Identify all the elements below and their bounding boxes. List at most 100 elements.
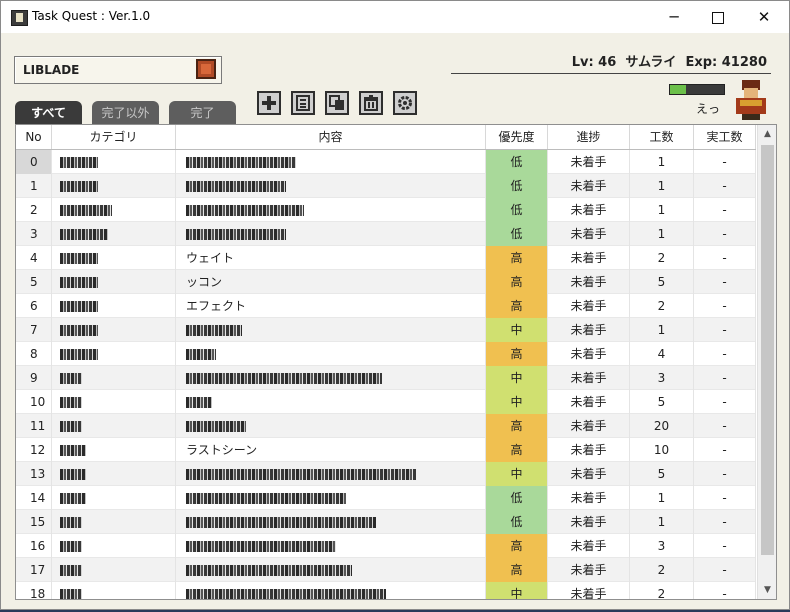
cell-no: 15 (16, 510, 52, 534)
cell-content (176, 486, 486, 510)
table-row[interactable]: 9 中未着手 3- (16, 366, 756, 390)
cell-actual: - (694, 150, 756, 174)
table-row[interactable]: 8 高未着手 4- (16, 342, 756, 366)
close-button[interactable]: ✕ (741, 1, 787, 33)
table-row[interactable]: 14 低未着手 1- (16, 486, 756, 510)
window-title: Task Quest : Ver.1.0 (32, 9, 151, 23)
col-content[interactable]: 内容 (176, 125, 486, 149)
cell-priority: 高 (486, 558, 548, 582)
col-priority[interactable]: 優先度 (486, 125, 548, 149)
redacted-category (60, 157, 98, 168)
add-icon (262, 96, 276, 110)
cell-progress: 未着手 (548, 366, 630, 390)
project-name: LIBLADE (23, 63, 80, 77)
cell-category (52, 342, 176, 366)
delete-button[interactable] (359, 91, 383, 115)
settings-button[interactable] (393, 91, 417, 115)
col-work[interactable]: 工数 (630, 125, 694, 149)
cell-work: 1 (630, 486, 694, 510)
tab-all[interactable]: すべて (15, 101, 82, 125)
cell-progress: 未着手 (548, 534, 630, 558)
table-row[interactable]: 10 中未着手 5- (16, 390, 756, 414)
redacted-content (186, 205, 304, 216)
hp-bar-fill (670, 85, 687, 94)
cell-work: 1 (630, 510, 694, 534)
vertical-scrollbar[interactable]: ▲ ▼ (757, 125, 776, 599)
cell-content: ラストシーン (176, 438, 486, 462)
cell-priority: 低 (486, 174, 548, 198)
cell-no: 7 (16, 318, 52, 342)
cell-actual: - (694, 390, 756, 414)
table-row[interactable]: 15 低未着手 1- (16, 510, 756, 534)
book-icon[interactable] (196, 59, 216, 79)
cell-progress: 未着手 (548, 462, 630, 486)
redacted-content (186, 181, 286, 192)
redacted-content (186, 517, 376, 528)
cell-content (176, 366, 486, 390)
cell-work: 1 (630, 150, 694, 174)
col-actual[interactable]: 実工数 (694, 125, 756, 149)
cell-progress: 未着手 (548, 390, 630, 414)
cell-work: 3 (630, 366, 694, 390)
add-button[interactable] (257, 91, 281, 115)
copy-button[interactable] (325, 91, 349, 115)
col-no[interactable]: No (16, 125, 52, 149)
table-row[interactable]: 6 エフェクト 高未着手 2- (16, 294, 756, 318)
cell-work: 20 (630, 414, 694, 438)
table-row[interactable]: 12 ラストシーン 高未着手 10- (16, 438, 756, 462)
app-icon (11, 10, 28, 26)
cell-no: 9 (16, 366, 52, 390)
tab-complete[interactable]: 完了 (169, 101, 236, 125)
cell-content: ッコン (176, 270, 486, 294)
cell-no: 16 (16, 534, 52, 558)
cell-content (176, 174, 486, 198)
cell-content (176, 582, 486, 599)
redacted-content (186, 229, 286, 240)
table-row[interactable]: 1 低未着手 1- (16, 174, 756, 198)
tab-incomplete[interactable]: 完了以外 (92, 101, 159, 125)
cell-content (176, 222, 486, 246)
cell-category (52, 486, 176, 510)
scroll-thumb[interactable] (761, 145, 774, 555)
detail-button[interactable] (291, 91, 315, 115)
task-table: No カテゴリ 内容 優先度 進捗 工数 実工数 0 低未着手 1-1 低未着手 1-2… (15, 124, 777, 600)
cell-work: 1 (630, 198, 694, 222)
cell-priority: 低 (486, 510, 548, 534)
cell-category (52, 222, 176, 246)
table-row[interactable]: 16 高未着手 3- (16, 534, 756, 558)
project-selector[interactable]: LIBLADE (14, 56, 222, 84)
maximize-button[interactable] (695, 1, 741, 33)
cell-work: 2 (630, 294, 694, 318)
table-row[interactable]: 17 高未着手 2- (16, 558, 756, 582)
col-progress[interactable]: 進捗 (548, 125, 630, 149)
col-category[interactable]: カテゴリ (52, 125, 176, 149)
table-row[interactable]: 7 中未着手 1- (16, 318, 756, 342)
table-row[interactable]: 11 高未着手 20- (16, 414, 756, 438)
cell-category (52, 366, 176, 390)
cell-work: 1 (630, 174, 694, 198)
cell-no: 11 (16, 414, 52, 438)
cell-actual: - (694, 270, 756, 294)
table-row[interactable]: 3 低未着手 1- (16, 222, 756, 246)
cell-category (52, 246, 176, 270)
table-row[interactable]: 2 低未着手 1- (16, 198, 756, 222)
scroll-down-icon[interactable]: ▼ (758, 581, 776, 599)
task-content: ウェイト (186, 251, 235, 265)
redacted-category (60, 541, 82, 552)
minimize-button[interactable]: ─ (651, 1, 697, 33)
table-row[interactable]: 18 中未着手 2- (16, 582, 756, 599)
table-row[interactable]: 4 ウェイト 高未着手 2- (16, 246, 756, 270)
redacted-category (60, 181, 98, 192)
table-row[interactable]: 13 中未着手 5- (16, 462, 756, 486)
cell-no: 12 (16, 438, 52, 462)
redacted-content (186, 493, 346, 504)
table-row[interactable]: 5 ッコン高未着手 5- (16, 270, 756, 294)
redacted-category (60, 229, 108, 240)
cell-priority: 高 (486, 414, 548, 438)
cell-category (52, 318, 176, 342)
scroll-up-icon[interactable]: ▲ (758, 125, 776, 143)
cell-category (52, 198, 176, 222)
redacted-category (60, 469, 86, 480)
table-row[interactable]: 0 低未着手 1- (16, 150, 756, 174)
table-header: No カテゴリ 内容 優先度 進捗 工数 実工数 (16, 125, 756, 150)
